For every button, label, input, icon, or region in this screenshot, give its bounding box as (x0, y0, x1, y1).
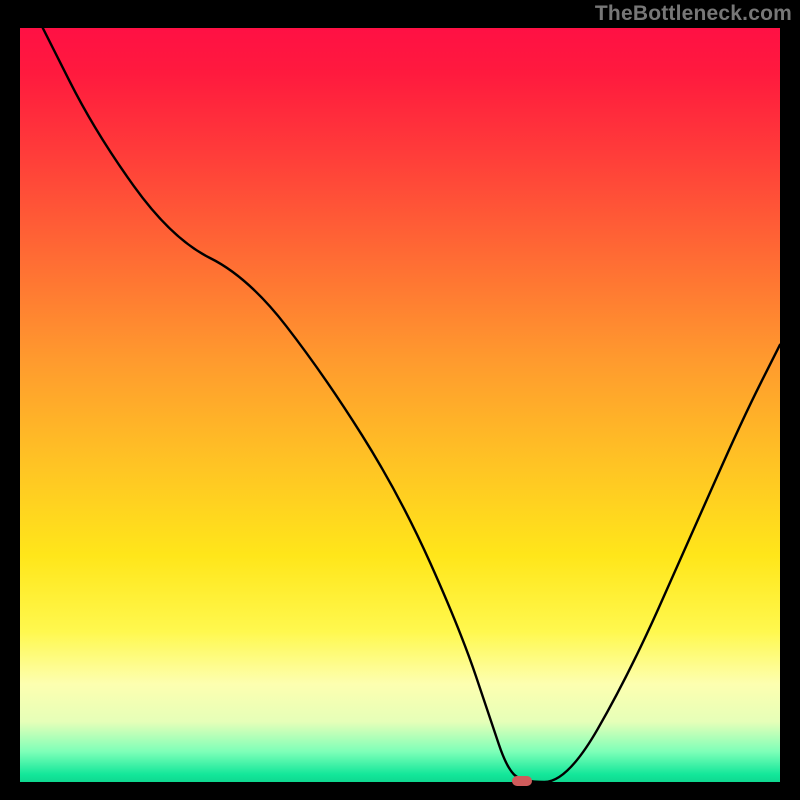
plot-area (20, 28, 780, 782)
chart-frame: TheBottleneck.com (0, 0, 800, 800)
bottleneck-curve (20, 28, 780, 782)
watermark-text: TheBottleneck.com (595, 2, 792, 26)
curve-path (43, 28, 780, 782)
optimal-marker (512, 776, 532, 786)
